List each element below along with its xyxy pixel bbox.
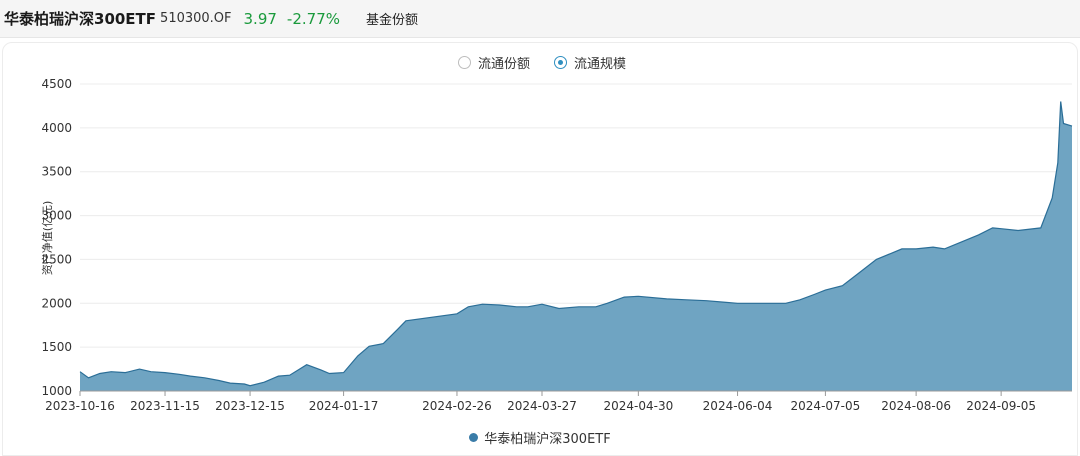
y-tick-label: 3500 <box>41 165 72 179</box>
x-tick-label: 2024-09-05 <box>966 399 1036 413</box>
y-tick-label: 4000 <box>41 121 72 135</box>
y-axis-label: 资产净值(亿元) <box>40 201 54 276</box>
legend-series-label[interactable]: 华泰柏瑞沪深300ETF <box>484 428 610 447</box>
x-tick-label: 2024-04-30 <box>603 399 673 413</box>
x-tick-label: 2024-07-05 <box>791 399 861 413</box>
x-tick-label: 2024-06-04 <box>703 399 773 413</box>
area-chart: 100015002000250030003500400045002023-10-… <box>40 77 1073 413</box>
chart-legend: 华泰柏瑞沪深300ETF <box>0 428 1080 447</box>
y-tick-label: 1000 <box>41 384 72 398</box>
x-tick-label: 2024-03-27 <box>507 399 577 413</box>
x-tick-label: 2023-12-15 <box>215 399 285 413</box>
y-tick-label: 1500 <box>41 340 72 354</box>
y-tick-label: 4500 <box>41 77 72 91</box>
x-tick-label: 2023-11-15 <box>130 399 200 413</box>
x-tick-label: 2024-08-06 <box>881 399 951 413</box>
y-tick-label: 2000 <box>41 296 72 310</box>
x-tick-label: 2023-10-16 <box>45 399 115 413</box>
x-tick-label: 2024-01-17 <box>309 399 379 413</box>
x-tick-label: 2024-02-26 <box>422 399 492 413</box>
legend-series-marker-icon <box>469 432 479 442</box>
